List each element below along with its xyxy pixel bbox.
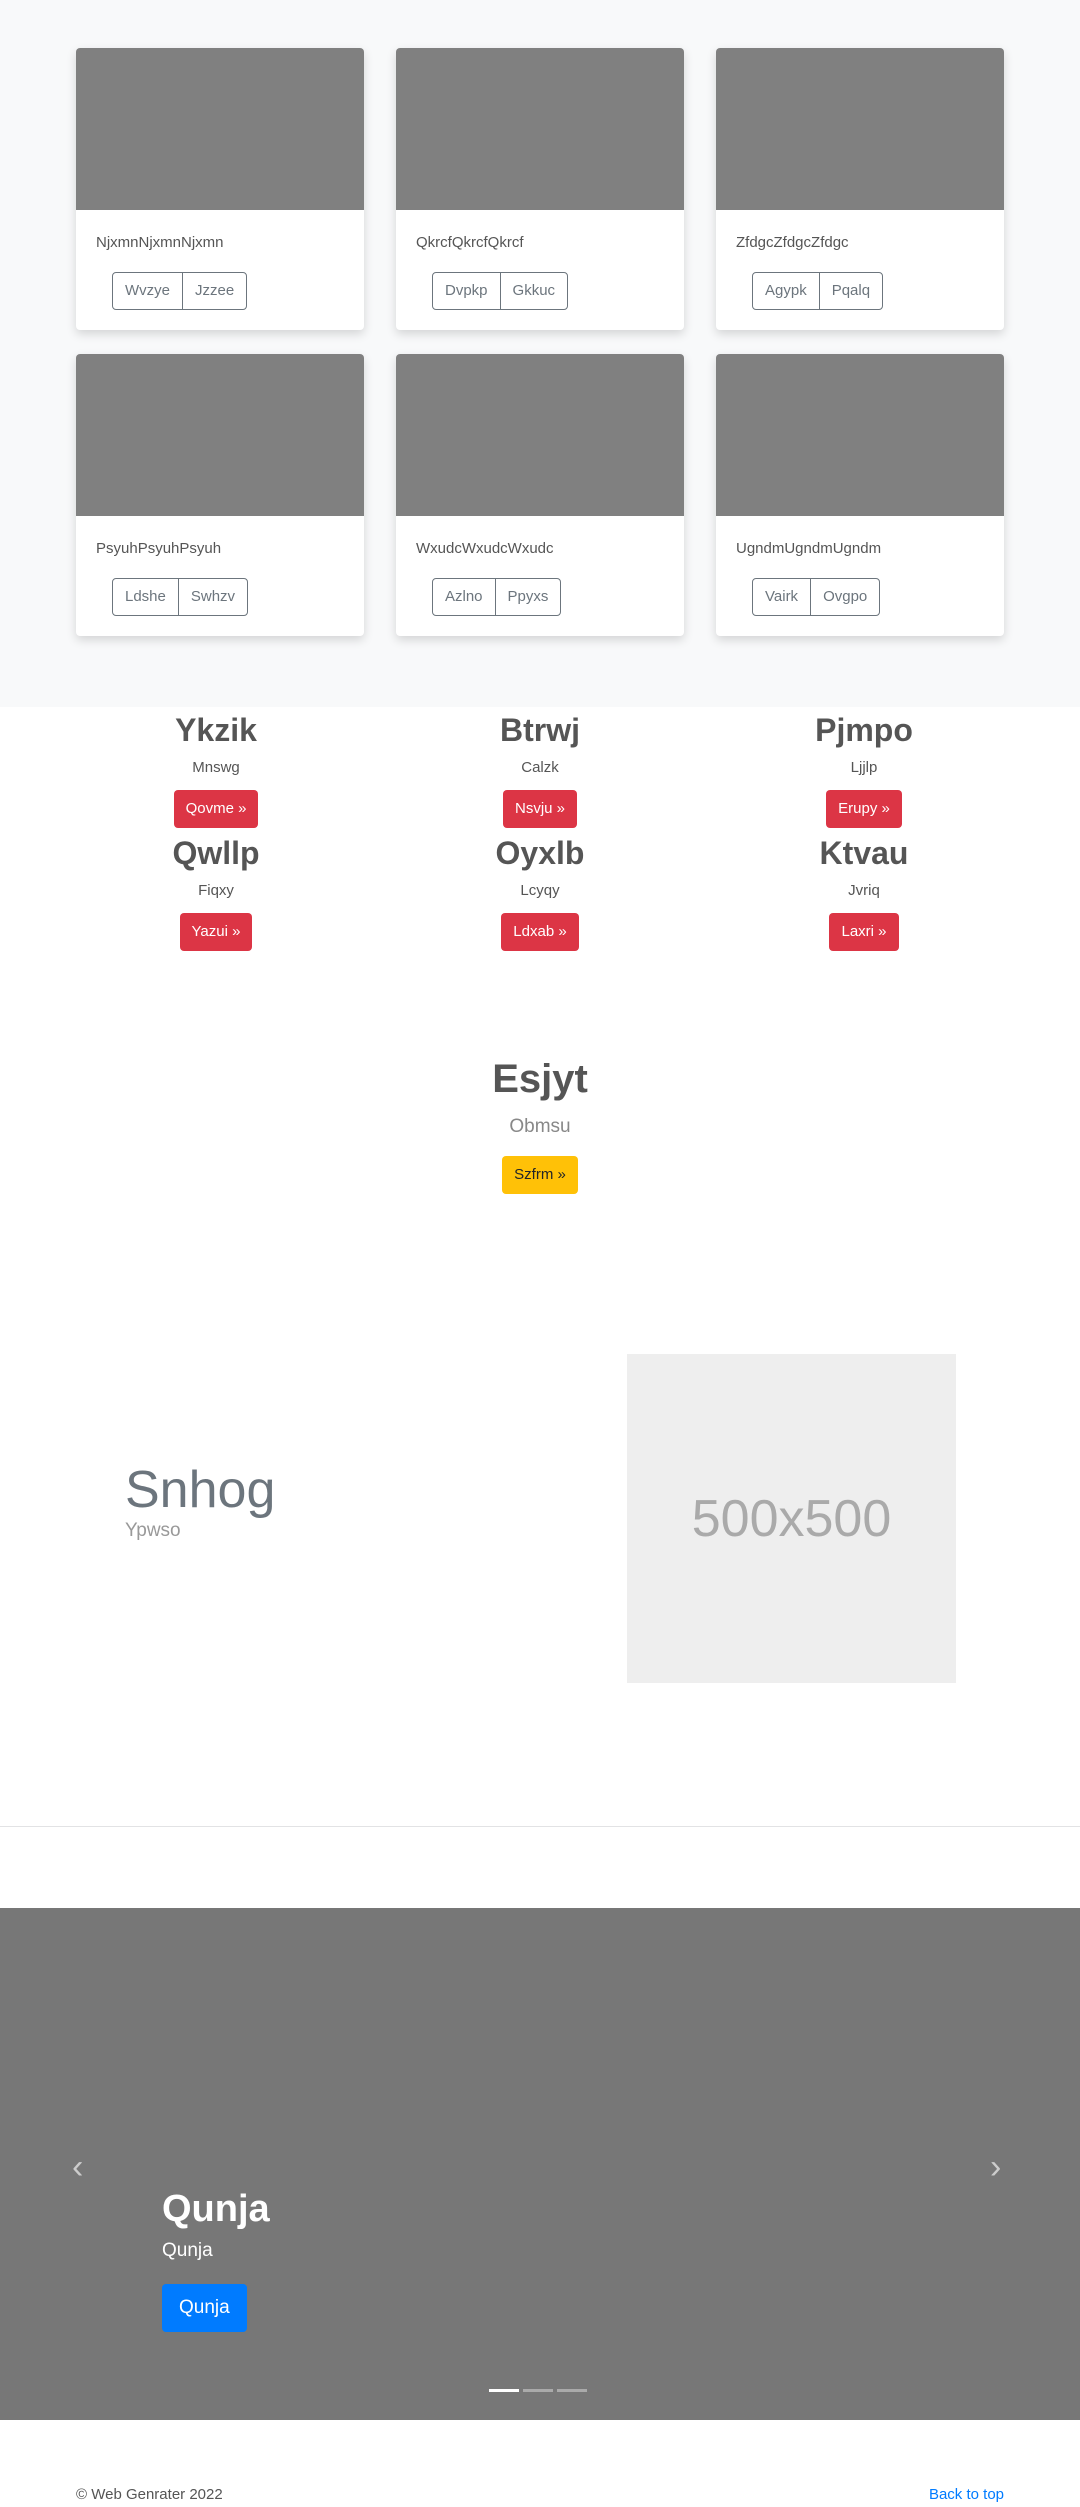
carousel-button[interactable]: Qunja	[162, 2284, 247, 2332]
featurette-subtext: Ypwso	[125, 1520, 181, 1541]
card-button-edit[interactable]: Ovgpo	[810, 579, 879, 615]
feature-button[interactable]: Qovme »	[173, 790, 259, 828]
card-button-edit[interactable]: Swhzv	[177, 579, 247, 615]
carousel-indicators	[489, 2389, 587, 2392]
card-button-edit[interactable]: Jzzee	[182, 273, 246, 309]
card-button-group: Vairk Ovgpo	[752, 578, 881, 616]
hero-button[interactable]: Szfrm »	[502, 1156, 578, 1194]
card-title: UgndmUgndmUgndm	[736, 540, 882, 557]
album-card: NjxmnNjxmnNjxmn Wvzye Jzzee	[76, 48, 364, 330]
feature-button[interactable]: Nsvju »	[502, 790, 578, 828]
card-button-view[interactable]: Wvzye	[113, 273, 182, 309]
footer-copyright: © Web Genrater 2022	[76, 2486, 223, 2503]
feature-heading: Btrwj	[500, 712, 580, 748]
card-image	[716, 48, 1004, 210]
card-image	[76, 48, 364, 210]
carousel: ‹ › Qunja Qunja Qunja	[0, 1908, 1080, 2420]
feature-text: Calzk	[521, 759, 559, 776]
card-title: NjxmnNjxmnNjxmn	[96, 234, 224, 251]
album-card: PsyuhPsyuhPsyuh Ldshe Swhzv	[76, 354, 364, 636]
card-button-group: Agypk Pqalq	[752, 272, 884, 310]
divider	[0, 1826, 1080, 1827]
card-button-view[interactable]: Vairk	[753, 579, 810, 615]
feature-text: Lcyqy	[520, 882, 560, 899]
feature-column: Btrwj Calzk Nsvju »	[390, 710, 690, 828]
card-title: QkrcfQkrcfQkrcf	[416, 234, 524, 251]
featurette-heading: Snhog	[125, 1461, 276, 1519]
card-image	[76, 354, 364, 516]
album-card: QkrcfQkrcfQkrcf Dvpkp Gkkuc	[396, 48, 684, 330]
carousel-indicator[interactable]	[523, 2389, 553, 2392]
carousel-next-icon[interactable]: ›	[990, 2148, 1001, 2187]
card-title: PsyuhPsyuhPsyuh	[96, 540, 222, 557]
back-to-top-link[interactable]: Back to top	[929, 2486, 1004, 2503]
card-title: WxudcWxudcWxudc	[416, 540, 554, 557]
album-card: UgndmUgndmUgndm Vairk Ovgpo	[716, 354, 1004, 636]
card-button-edit[interactable]: Gkkuc	[499, 273, 568, 309]
card-button-group: Azlno Ppyxs	[432, 578, 562, 616]
carousel-indicator[interactable]	[557, 2389, 587, 2392]
featurette-text: Snhog Ypwso	[125, 1460, 275, 1542]
feature-text: Jvriq	[848, 882, 880, 899]
feature-button[interactable]: Yazui »	[179, 913, 253, 951]
feature-button[interactable]: Laxri »	[829, 913, 899, 951]
feature-heading: Pjmpo	[815, 712, 913, 748]
feature-heading: Qwllp	[172, 835, 260, 871]
feature-heading: Ktvau	[819, 835, 909, 871]
carousel-caption: Qunja Qunja Qunja	[162, 2186, 270, 2332]
feature-button[interactable]: Ldxab »	[501, 913, 579, 951]
hero-block: Esjyt Obmsu Szfrm »	[340, 1052, 740, 1194]
carousel-prev-icon[interactable]: ‹	[72, 2148, 83, 2187]
card-image	[716, 354, 1004, 516]
feature-heading: Ykzik	[175, 712, 257, 748]
card-button-view[interactable]: Agypk	[753, 273, 819, 309]
card-button-edit[interactable]: Ppyxs	[494, 579, 561, 615]
card-button-view[interactable]: Dvpkp	[433, 273, 500, 309]
featurette-image-placeholder: 500x500	[627, 1354, 956, 1683]
card-image	[396, 354, 684, 516]
feature-text: Mnswg	[192, 759, 240, 776]
card-title: ZfdgcZfdgcZfdgc	[736, 234, 849, 251]
card-button-group: Dvpkp Gkkuc	[432, 272, 569, 310]
hero-text: Obmsu	[509, 1116, 571, 1137]
feature-column: Pjmpo Ljjlp Erupy »	[714, 710, 1014, 828]
feature-column: Ykzik Mnswg Qovme »	[66, 710, 366, 828]
feature-heading: Oyxlb	[495, 835, 585, 871]
album-card: ZfdgcZfdgcZfdgc Agypk Pqalq	[716, 48, 1004, 330]
carousel-text: Qunja	[162, 2240, 213, 2261]
album-section: NjxmnNjxmnNjxmn Wvzye Jzzee QkrcfQkrcfQk…	[0, 0, 1080, 707]
card-button-edit[interactable]: Pqalq	[818, 273, 882, 309]
carousel-indicator[interactable]	[489, 2389, 519, 2392]
feature-column: Qwllp Fiqxy Yazui »	[66, 833, 366, 951]
card-button-view[interactable]: Azlno	[433, 579, 495, 615]
feature-text: Fiqxy	[198, 882, 234, 899]
card-button-view[interactable]: Ldshe	[113, 579, 178, 615]
feature-column: Ktvau Jvriq Laxri »	[714, 833, 1014, 951]
carousel-heading: Qunja	[162, 2188, 270, 2230]
hero-heading: Esjyt	[492, 1057, 588, 1101]
feature-button[interactable]: Erupy »	[826, 790, 902, 828]
card-image	[396, 48, 684, 210]
feature-text: Ljjlp	[850, 759, 878, 776]
card-button-group: Ldshe Swhzv	[112, 578, 249, 616]
card-button-group: Wvzye Jzzee	[112, 272, 248, 310]
feature-column: Oyxlb Lcyqy Ldxab »	[390, 833, 690, 951]
album-card: WxudcWxudcWxudc Azlno Ppyxs	[396, 354, 684, 636]
